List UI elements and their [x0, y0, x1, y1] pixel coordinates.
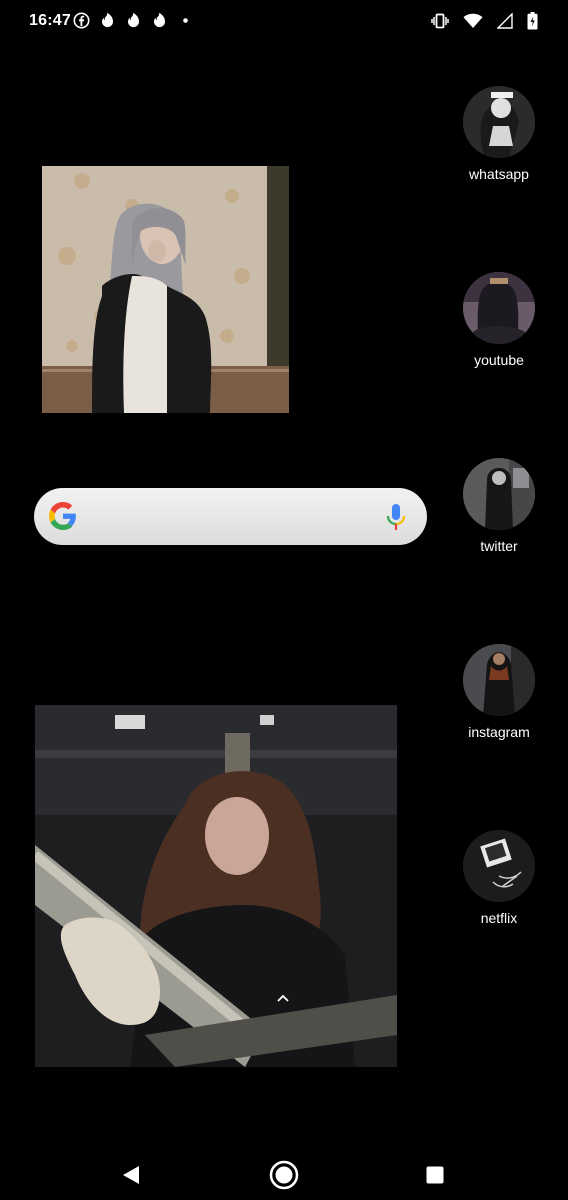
battery-icon [527, 12, 538, 35]
google-search-bar[interactable] [34, 488, 427, 545]
photo-widget-1[interactable] [42, 166, 289, 413]
photo-girl-stairs [35, 705, 397, 1067]
notification-icons [73, 12, 194, 29]
app-netflix[interactable]: netflix [444, 830, 554, 926]
app-youtube[interactable]: youtube [444, 272, 554, 368]
app-label: youtube [474, 352, 524, 368]
app-label: twitter [480, 538, 518, 554]
facebook-icon [73, 12, 90, 29]
vibrate-icon [431, 12, 449, 35]
tinder-icon [125, 12, 142, 29]
app-whatsapp[interactable]: whatsapp [444, 86, 554, 182]
recents-button[interactable] [420, 1160, 450, 1190]
photo-girl-curtain [42, 166, 289, 413]
app-twitter[interactable]: twitter [444, 458, 554, 554]
system-icons [431, 12, 538, 35]
photo-widget-2[interactable] [35, 705, 397, 1067]
whatsapp-photo-icon [463, 86, 535, 158]
recents-icon [426, 1166, 444, 1184]
app-instagram[interactable]: instagram [444, 644, 554, 740]
home-icon [269, 1160, 299, 1190]
google-logo-icon [49, 502, 77, 530]
navigation-bar [0, 1140, 568, 1200]
status-bar: 16:47 [0, 0, 568, 44]
app-label: whatsapp [469, 166, 529, 182]
home-button[interactable] [269, 1160, 299, 1190]
app-label: netflix [480, 910, 518, 926]
wifi-icon [463, 13, 483, 34]
instagram-photo-icon [463, 644, 535, 716]
tinder-icon [99, 12, 116, 29]
twitter-photo-icon [463, 458, 535, 530]
signal-icon [496, 12, 513, 34]
tinder-icon [151, 12, 168, 29]
app-label: instagram [468, 724, 530, 740]
youtube-photo-icon [463, 272, 535, 344]
status-time: 16:47 [29, 12, 71, 29]
netflix-photo-icon [463, 830, 535, 902]
back-icon [123, 1166, 139, 1184]
chevron-up-icon[interactable] [276, 990, 290, 1002]
dot-icon [177, 12, 194, 29]
mic-icon[interactable] [386, 503, 406, 531]
back-button[interactable] [116, 1160, 146, 1190]
